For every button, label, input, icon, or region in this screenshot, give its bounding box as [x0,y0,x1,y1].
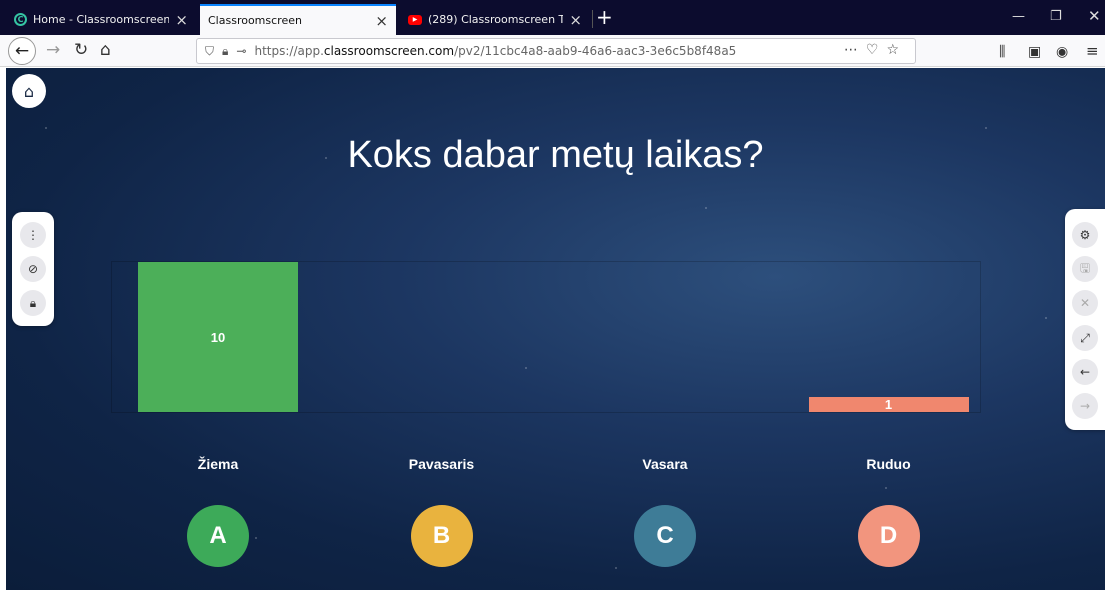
hamburger-menu-icon[interactable]: ≡ [1086,41,1099,61]
arrow-right-icon[interactable]: → [1072,393,1098,419]
reload-button[interactable]: ↻ [74,40,88,60]
arrow-left-icon: ← [14,41,30,61]
option-c-button[interactable]: C [634,505,696,567]
chart-bar: 1 [808,397,969,412]
category-label: Ruduo [866,456,911,472]
arrow-left-icon[interactable]: ← [1072,359,1098,385]
tab-classroomscreen[interactable]: Classroomscreen × [200,4,396,35]
reload-icon: ↻ [74,40,89,60]
save-icon[interactable]: 🖫 [1072,256,1098,282]
pocket-icon[interactable]: ♡ [866,42,887,58]
bar-value-label: 10 [210,329,226,345]
expand-icon[interactable]: ⤢ [1072,325,1098,351]
back-button[interactable]: ← [8,37,36,65]
home-button[interactable]: ⌂ [12,74,46,108]
close-tab-icon[interactable]: × [375,12,388,30]
forward-button[interactable]: → [46,40,60,60]
home-icon: ⌂ [100,40,111,60]
page-actions: ⋯♡☆ [844,42,907,58]
url-domain: classroomscreen.com [323,44,455,58]
close-tab-icon[interactable]: × [175,11,188,29]
home-icon: ⌂ [23,81,35,101]
category-label: Pavasaris [408,456,475,472]
youtube-favicon-icon: ▶ [408,14,422,25]
new-tab-icon[interactable]: + [596,7,613,27]
tab-youtube-tutorial[interactable]: ▶ (289) Classroomscreen Tutorial × [400,4,590,35]
gear-icon[interactable]: ⚙ [1072,222,1098,248]
category-label: Vasara [642,456,688,472]
bar-value-label: 1 [884,397,893,412]
option-a-button[interactable]: A [187,505,249,567]
category-label: Žiema [197,456,239,472]
chart-bar: 10 [138,262,298,412]
browser-nav-bar: ← → ↻ ⌂ ⛉ 🔒︎ ⊸ https://app. classroomscre… [0,35,1105,67]
right-toolbar: ⚙ 🖫 ✕ ⤢ ← → [1065,209,1105,430]
address-bar[interactable]: ⛉ 🔒︎ ⊸ https://app. classroomscreen.com/p… [196,38,916,64]
minimize-icon[interactable]: — [1012,9,1025,24]
more-actions-icon[interactable]: ⋯ [844,42,866,58]
close-tab-icon[interactable]: × [569,11,582,29]
bookmark-star-icon[interactable]: ☆ [886,42,907,58]
account-icon[interactable]: ◉ [1056,42,1068,62]
sidebar-icon[interactable]: ▣ [1028,42,1041,62]
option-d-button[interactable]: D [857,505,920,567]
tab-divider [592,10,593,28]
arrow-right-icon: → [46,40,61,60]
tab-title: (289) Classroomscreen Tutorial [428,13,564,26]
tab-title: Home - Classroomscreen [33,13,170,26]
key-icon: ⊸ [236,44,247,58]
lock-icon[interactable]: 🔒︎ [20,290,46,316]
more-vertical-icon[interactable]: ⋮ [20,222,46,248]
option-b-button[interactable]: B [410,505,473,567]
home-button[interactable]: ⌂ [100,40,111,60]
poll-question: Koks dabar metų laikas? [347,134,764,176]
classroomscreen-favicon-icon: C [14,13,27,26]
left-toolbar: ⋮ ⊘ 🔒︎ [12,212,54,326]
pin-off-icon[interactable]: ✕ [1072,290,1098,316]
library-icon[interactable]: ⫼ [999,42,1005,62]
shield-icon: ⛉ [205,43,215,58]
restore-icon[interactable]: ❐ [1050,9,1062,24]
eye-off-icon[interactable]: ⊘ [20,256,46,282]
close-window-icon[interactable]: ✕ [1088,7,1101,25]
url-prefix: https://app. [254,44,324,58]
lock-icon: 🔒︎ [222,43,229,58]
browser-tab-bar: C Home - Classroomscreen × Classroomscre… [0,0,1105,35]
tab-home-classroomscreen[interactable]: C Home - Classroomscreen × [6,4,196,35]
tab-title: Classroomscreen [208,14,302,27]
url-path: /pv2/11cbc4a8-aab9-46a6-aac3-3e6c5b8f48a… [454,44,737,58]
poll-page: ⌂ Koks dabar metų laikas? ⋮ ⊘ 🔒︎ ⚙ 🖫 ✕ ⤢… [6,68,1105,590]
